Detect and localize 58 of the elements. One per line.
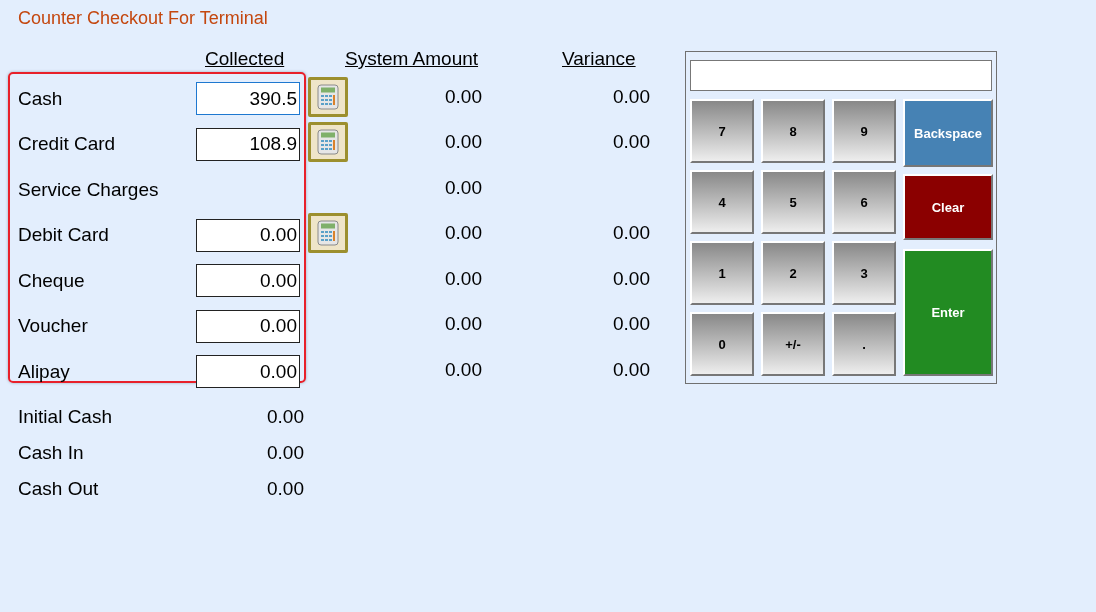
action-key[interactable]: Backspace [903, 99, 993, 167]
amount-field[interactable]: 0.00 [196, 264, 300, 298]
calculator-button[interactable] [308, 122, 348, 163]
amount-field[interactable]: 0.00 [196, 355, 300, 389]
summary-label: Initial Cash [18, 405, 112, 428]
keypad-display[interactable] [690, 60, 992, 91]
calculator-button[interactable] [308, 76, 348, 117]
column-header: System Amount [345, 48, 479, 70]
calculator-button[interactable] [308, 213, 348, 254]
payment-label: Alipay [18, 360, 70, 383]
keypad-key[interactable]: . [832, 312, 896, 376]
summary-value: 0.00 [267, 441, 304, 464]
column-header: Variance [562, 48, 636, 70]
keypad-key[interactable]: 9 [832, 99, 896, 163]
payment-label: Credit Card [18, 133, 116, 156]
payment-label: Service Charges [18, 178, 159, 201]
system-amount: 0.00 [444, 131, 482, 154]
keypad-key[interactable]: 2 [761, 241, 825, 305]
keypad-key[interactable]: 1 [690, 241, 754, 305]
keypad-key[interactable]: 3 [832, 241, 896, 305]
action-key[interactable]: Enter [903, 249, 993, 376]
variance-value: 0.00 [612, 313, 650, 336]
calculator-icon [317, 129, 339, 156]
amount-field[interactable]: 108.9 [196, 127, 300, 161]
payment-label: Cash [18, 87, 63, 110]
summary-label: Cash In [18, 441, 84, 464]
system-amount: 0.00 [444, 85, 482, 108]
variance-value: 0.00 [612, 131, 650, 154]
page-title: Counter Checkout For Terminal [18, 8, 269, 30]
summary-value: 0.00 [267, 477, 304, 500]
calculator-icon [317, 220, 339, 247]
action-key[interactable]: Clear [903, 174, 993, 240]
calculator-icon [317, 83, 339, 110]
column-header: Collected [205, 48, 285, 70]
amount-field[interactable]: 0.00 [196, 309, 300, 343]
system-amount: 0.00 [444, 222, 482, 245]
summary-label: Cash Out [18, 477, 99, 500]
keypad-key[interactable]: 4 [690, 170, 754, 234]
keypad-key[interactable]: 5 [761, 170, 825, 234]
keypad-key[interactable]: +/- [761, 312, 825, 376]
system-amount: 0.00 [444, 313, 482, 336]
payment-label: Cheque [18, 269, 85, 292]
amount-field[interactable]: 390.5 [196, 82, 300, 116]
system-amount: 0.00 [444, 176, 482, 199]
amount-field[interactable]: 0.00 [196, 218, 300, 252]
keypad-key[interactable]: 0 [690, 312, 754, 376]
keypad-key[interactable]: 7 [690, 99, 754, 163]
system-amount: 0.00 [444, 267, 482, 290]
keypad-key[interactable]: 8 [761, 99, 825, 163]
variance-value: 0.00 [612, 358, 650, 381]
variance-value: 0.00 [612, 85, 650, 108]
variance-value: 0.00 [612, 267, 650, 290]
payment-label: Voucher [18, 315, 88, 338]
system-amount: 0.00 [444, 358, 482, 381]
variance-value: 0.00 [612, 222, 650, 245]
summary-value: 0.00 [267, 405, 304, 428]
payment-label: Debit Card [18, 224, 109, 247]
keypad-key[interactable]: 6 [832, 170, 896, 234]
